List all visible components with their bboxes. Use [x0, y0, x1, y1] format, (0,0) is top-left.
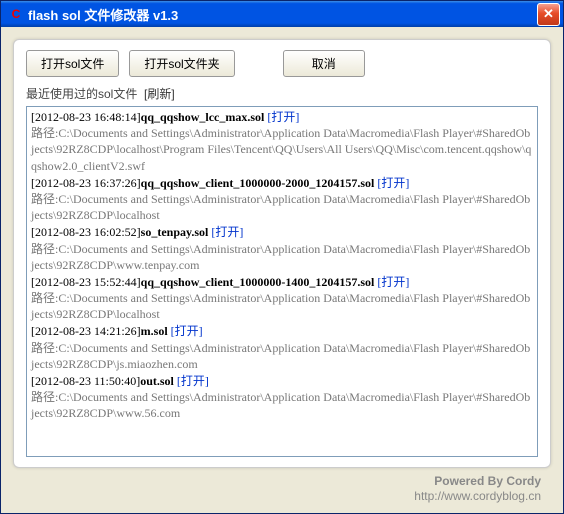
main-panel: 打开sol文件 打开sol文件夹 取消 最近使用过的sol文件 [刷新] [20… [13, 39, 551, 468]
file-path: 路径:C:\Documents and Settings\Administrat… [31, 290, 533, 322]
footer: Powered By Cordy http://www.cordyblog.cn [13, 468, 551, 505]
app-icon: C [8, 6, 24, 22]
file-name: qq_qqshow_client_1000000-2000_1204157.so… [141, 176, 375, 190]
window-title: flash sol 文件修改器 v1.3 [28, 5, 537, 24]
list-item: [2012-08-23 16:37:26]qq_qqshow_client_10… [31, 175, 533, 224]
timestamp: [2012-08-23 16:02:52] [31, 225, 141, 239]
open-sol-folder-button[interactable]: 打开sol文件夹 [129, 50, 234, 77]
open-link[interactable]: [打开] [168, 324, 203, 338]
open-link[interactable]: [打开] [374, 275, 409, 289]
list-item: [2012-08-23 15:52:44]qq_qqshow_client_10… [31, 274, 533, 323]
spacer [245, 50, 273, 77]
cancel-button[interactable]: 取消 [283, 50, 365, 77]
timestamp: [2012-08-23 16:48:14] [31, 110, 141, 124]
recent-label-row: 最近使用过的sol文件 [刷新] [26, 85, 538, 102]
titlebar: C flash sol 文件修改器 v1.3 ✕ [1, 1, 563, 27]
file-name: qq_qqshow_lcc_max.sol [141, 110, 265, 124]
file-path: 路径:C:\Documents and Settings\Administrat… [31, 125, 533, 174]
refresh-link[interactable]: [刷新] [144, 87, 175, 101]
list-item: [2012-08-23 11:50:40]out.sol [打开]路径:C:\D… [31, 373, 533, 422]
file-path: 路径:C:\Documents and Settings\Administrat… [31, 191, 533, 223]
open-link[interactable]: [打开] [174, 374, 209, 388]
open-link[interactable]: [打开] [264, 110, 299, 124]
list-item: [2012-08-23 14:21:26]m.sol [打开] 路径:C:\Doc… [31, 323, 533, 372]
button-row: 打开sol文件 打开sol文件夹 取消 [26, 50, 538, 77]
client-area: 打开sol文件 打开sol文件夹 取消 最近使用过的sol文件 [刷新] [20… [1, 27, 563, 513]
timestamp: [2012-08-23 14:21:26] [31, 324, 141, 338]
recent-files-label: 最近使用过的sol文件 [26, 87, 137, 101]
file-path: 路径:C:\Documents and Settings\Administrat… [31, 241, 533, 273]
close-button[interactable]: ✕ [537, 3, 560, 26]
app-window: C flash sol 文件修改器 v1.3 ✕ 打开sol文件 打开sol文件… [0, 0, 564, 514]
list-item: [2012-08-23 16:02:52]so_tenpay.sol [打开] 路… [31, 224, 533, 273]
footer-url: http://www.cordyblog.cn [13, 489, 541, 505]
timestamp: [2012-08-23 15:52:44] [31, 275, 141, 289]
file-path: 路径:C:\Documents and Settings\Administrat… [31, 389, 533, 421]
recent-files-list[interactable]: [2012-08-23 16:48:14]qq_qqshow_lcc_max.s… [26, 106, 538, 457]
open-link[interactable]: [打开] [208, 225, 243, 239]
file-name: m.sol [141, 324, 168, 338]
file-name: qq_qqshow_client_1000000-1400_1204157.so… [141, 275, 375, 289]
open-sol-file-button[interactable]: 打开sol文件 [26, 50, 119, 77]
timestamp: [2012-08-23 11:50:40] [31, 374, 140, 388]
powered-by: Powered By Cordy [13, 474, 541, 490]
file-name: so_tenpay.sol [141, 225, 209, 239]
open-link[interactable]: [打开] [374, 176, 409, 190]
list-item: [2012-08-23 16:48:14]qq_qqshow_lcc_max.s… [31, 109, 533, 174]
file-name: out.sol [140, 374, 174, 388]
timestamp: [2012-08-23 16:37:26] [31, 176, 141, 190]
file-path: 路径:C:\Documents and Settings\Administrat… [31, 340, 533, 372]
